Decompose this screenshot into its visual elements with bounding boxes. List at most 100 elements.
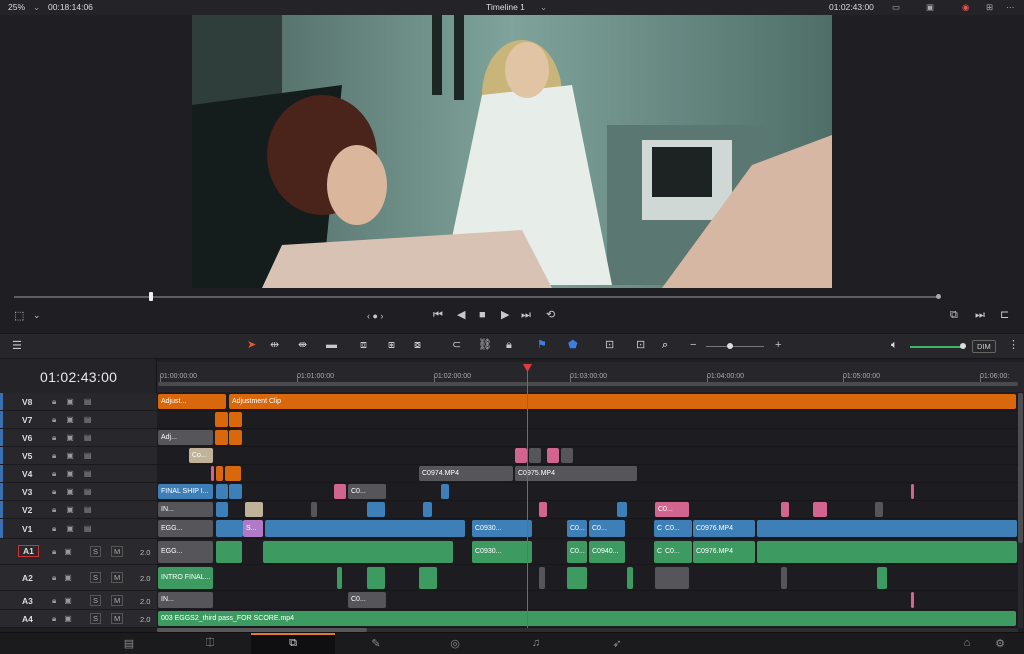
- solo-button[interactable]: S: [90, 546, 102, 557]
- timeline-clip[interactable]: C0...: [348, 592, 386, 608]
- out-point-icon[interactable]: ⊏: [1000, 310, 1009, 321]
- crop-icon[interactable]: ⬚: [14, 311, 24, 322]
- mute-button[interactable]: M: [111, 572, 124, 583]
- timeline-clip[interactable]: [617, 502, 627, 517]
- settings-gear-icon[interactable]: ⚙: [988, 637, 1012, 651]
- zoom-out-icon[interactable]: −: [690, 340, 696, 351]
- timeline-clip[interactable]: C0...: [567, 520, 587, 537]
- timeline-clip[interactable]: C0...: [348, 484, 386, 499]
- track-controls[interactable]: 🔒︎▣: [52, 614, 80, 624]
- timeline-clip[interactable]: [423, 502, 432, 517]
- timeline-options-icon[interactable]: ☰: [12, 341, 22, 352]
- overwrite-clip-icon[interactable]: ⧆: [388, 340, 395, 351]
- timeline-clip[interactable]: C0940...: [589, 541, 625, 563]
- ruler-zoom-bar[interactable]: [158, 382, 1018, 386]
- timeline-clip[interactable]: [441, 484, 449, 499]
- track-header-v5[interactable]: V5 🔒︎▣▤: [0, 447, 157, 465]
- timeline-playhead[interactable]: [527, 366, 528, 628]
- selection-tool-icon[interactable]: ➤: [247, 340, 256, 351]
- snapping-icon[interactable]: ⊂: [452, 340, 461, 351]
- timeline-clip[interactable]: Co...: [189, 448, 213, 463]
- volume-slider[interactable]: [910, 346, 964, 348]
- timeline-clip[interactable]: Adj...: [158, 430, 213, 445]
- timeline-clip[interactable]: C0975.MP4: [515, 466, 637, 481]
- scrollbar-thumb[interactable]: [1018, 393, 1023, 543]
- mute-button[interactable]: M: [111, 613, 124, 624]
- timeline-timecode[interactable]: 01:02:43:00: [40, 369, 117, 385]
- play-icon[interactable]: ▶: [501, 310, 509, 321]
- timeline-clip[interactable]: [757, 520, 1017, 537]
- timeline-clip[interactable]: [216, 466, 223, 481]
- scrubber-playhead[interactable]: [149, 292, 153, 301]
- zoom-detail-icon[interactable]: ⊡: [636, 340, 645, 351]
- play-reverse-icon[interactable]: ◀: [457, 310, 465, 321]
- grid-view-icon[interactable]: ⊞: [986, 2, 993, 13]
- timeline-clip[interactable]: [215, 430, 228, 445]
- match-frame-icon[interactable]: ⧉: [950, 310, 958, 321]
- timeline-clip[interactable]: [311, 502, 317, 517]
- fairlight-page-icon[interactable]: ♫: [524, 637, 548, 651]
- mute-button[interactable]: M: [111, 595, 124, 606]
- track-header-v1[interactable]: V1 🔒︎▣▤: [0, 519, 157, 539]
- track-controls[interactable]: 🔒︎▣: [52, 573, 80, 583]
- next-edit-icon[interactable]: ⏭: [975, 310, 985, 321]
- timeline-clip[interactable]: Adjust...: [158, 394, 226, 409]
- timeline-clip[interactable]: [367, 567, 385, 589]
- timeline-clip[interactable]: [877, 567, 887, 589]
- dim-button[interactable]: DIM: [972, 340, 996, 353]
- chevron-down-icon[interactable]: ⌄: [540, 2, 547, 13]
- flag-icon[interactable]: ⚑: [537, 340, 547, 351]
- track-controls[interactable]: 🔒︎▣: [52, 596, 80, 606]
- volume-icon[interactable]: 🔈︎: [891, 340, 898, 351]
- zoom-dropdown[interactable]: 25%: [8, 2, 25, 12]
- timeline-clip[interactable]: C0...: [589, 520, 625, 537]
- chevron-down-icon[interactable]: ⌄: [33, 2, 40, 13]
- timeline-clip[interactable]: C0976.MP4: [693, 541, 755, 563]
- timeline-clip[interactable]: [875, 502, 883, 517]
- timeline-clip[interactable]: C0...: [655, 502, 689, 517]
- timeline-clip[interactable]: [216, 520, 243, 537]
- track-header-v6[interactable]: V6 🔒︎▣▤: [0, 429, 157, 447]
- volume-slider-knob[interactable]: [960, 343, 966, 349]
- timeline-clip[interactable]: [813, 502, 827, 517]
- timeline-clip[interactable]: [781, 502, 789, 517]
- timeline-clip[interactable]: [757, 541, 1017, 563]
- track-header-a3[interactable]: A3 🔒︎▣ S M 2.0: [0, 591, 157, 610]
- color-page-icon[interactable]: ◎: [443, 637, 467, 651]
- fusion-page-icon[interactable]: ✎: [364, 637, 388, 651]
- timeline-clip[interactable]: [529, 448, 541, 463]
- timeline-vertical-scrollbar[interactable]: [1018, 393, 1023, 628]
- timeline-clip[interactable]: [229, 484, 242, 499]
- options-icon[interactable]: ⋯: [1006, 2, 1015, 13]
- timeline-clip[interactable]: [627, 567, 633, 589]
- zoom-slider-knob[interactable]: [727, 343, 733, 349]
- timeline-clip[interactable]: [539, 567, 545, 589]
- timeline-clip[interactable]: [216, 502, 228, 517]
- timeline-clip[interactable]: C0976.MP4: [693, 520, 755, 537]
- stop-icon[interactable]: ■: [479, 310, 486, 321]
- track-controls[interactable]: 🔒︎▣▤: [52, 397, 101, 407]
- timeline-clip[interactable]: C0...: [662, 520, 692, 537]
- deliver-page-icon[interactable]: ➶: [605, 637, 629, 651]
- track-controls[interactable]: 🔒︎▣▤: [52, 505, 101, 515]
- solo-button[interactable]: S: [90, 613, 102, 624]
- timeline-clip[interactable]: [245, 502, 263, 517]
- skip-to-start-icon[interactable]: ⏮: [433, 310, 443, 321]
- marker-icon[interactable]: ⬟: [568, 340, 578, 351]
- loop-icon[interactable]: ⟲: [546, 310, 555, 321]
- timeline-clip[interactable]: S...: [243, 520, 263, 537]
- insert-clip-icon[interactable]: ⧈: [360, 340, 367, 351]
- track-controls[interactable]: 🔒︎▣▤: [52, 451, 101, 461]
- chevron-down-icon[interactable]: ⌄: [33, 311, 41, 320]
- track-controls[interactable]: 🔒︎▣▤: [52, 487, 101, 497]
- timeline-clip[interactable]: [781, 567, 787, 589]
- timeline-clip[interactable]: IN...: [158, 592, 213, 608]
- timeline-clip[interactable]: [216, 484, 228, 499]
- timeline-clip[interactable]: [539, 502, 547, 517]
- timeline-clip[interactable]: C0930...: [472, 541, 532, 563]
- monitor-icon[interactable]: ▣: [926, 2, 934, 13]
- mute-button[interactable]: M: [111, 546, 124, 557]
- track-controls[interactable]: 🔒︎▣▤: [52, 433, 101, 443]
- timeline-clip[interactable]: INTRO FINAL...: [158, 567, 213, 589]
- timeline-name-dropdown[interactable]: Timeline 1: [486, 2, 525, 12]
